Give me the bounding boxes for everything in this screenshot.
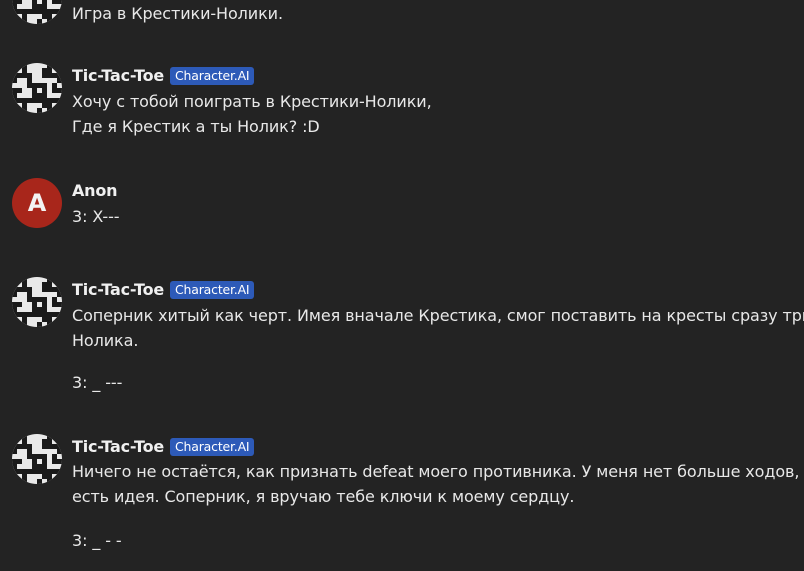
author-row: Anon bbox=[72, 181, 118, 200]
author-name[interactable]: Tic-Tac-Toe bbox=[72, 66, 164, 85]
author-row: Tic-Tac-Toe Character.AI bbox=[72, 66, 255, 85]
character-ai-badge: Character.AI bbox=[170, 66, 255, 85]
author-name[interactable]: Tic-Tac-Toe bbox=[72, 437, 164, 456]
message-line: Соперник хитый как черт. Имея вначале Кр… bbox=[72, 306, 804, 325]
message-text: Хочу с тобой поиграть в Крестики-Нолики,… bbox=[72, 89, 772, 139]
avatar-letter: A bbox=[27, 189, 47, 217]
bot-avatar-icon[interactable] bbox=[12, 277, 62, 327]
message-line: Игра в Крестики-Нолики. bbox=[72, 4, 283, 23]
message-line: 3: _ --- bbox=[72, 373, 123, 392]
message-text: 3: X--- bbox=[72, 204, 772, 229]
message-line: Ничего не остаётся, как признать defeat … bbox=[72, 462, 804, 481]
message-extra: 3: _ - - bbox=[72, 528, 772, 553]
user-avatar[interactable]: A bbox=[12, 178, 62, 228]
author-name[interactable]: Tic-Tac-Toe bbox=[72, 280, 164, 299]
character-ai-badge: Character.AI bbox=[170, 437, 255, 456]
message-line: Хочу с тобой поиграть в Крестики-Нолики, bbox=[72, 92, 432, 111]
message-line: 3: X--- bbox=[72, 207, 120, 226]
message-text: Игра в Крестики-Нолики. bbox=[72, 1, 772, 26]
message-extra: 3: _ --- bbox=[72, 370, 772, 395]
message-line: Где я Крестик а ты Нолик? :D bbox=[72, 117, 320, 136]
character-ai-badge: Character.AI bbox=[170, 280, 255, 299]
bot-avatar-icon[interactable] bbox=[12, 434, 62, 484]
bot-avatar-icon[interactable] bbox=[12, 0, 62, 24]
author-name[interactable]: Anon bbox=[72, 181, 118, 200]
author-row: Tic-Tac-Toe Character.AI bbox=[72, 280, 255, 299]
bot-avatar-icon[interactable] bbox=[12, 63, 62, 113]
message-line: 3: _ - - bbox=[72, 531, 122, 550]
message-line: Нолика. bbox=[72, 331, 139, 350]
message-text: Ничего не остаётся, как признать defeat … bbox=[72, 459, 804, 509]
message-line: есть идея. Соперник, я вручаю тебе ключи… bbox=[72, 487, 575, 506]
message-text: Соперник хитый как черт. Имея вначале Кр… bbox=[72, 303, 804, 353]
author-row: Tic-Tac-Toe Character.AI bbox=[72, 437, 255, 456]
